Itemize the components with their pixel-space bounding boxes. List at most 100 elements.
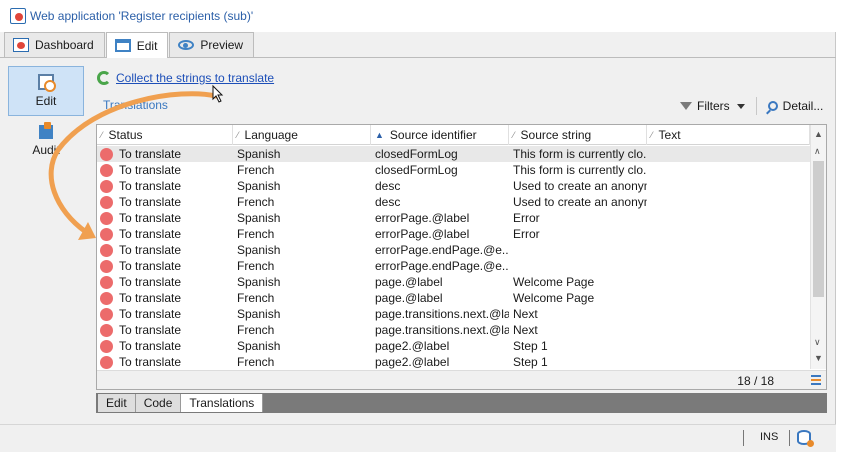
status-dot-icon [100, 307, 113, 321]
status-dot-icon [100, 259, 113, 273]
status-cell: To translate [97, 290, 233, 306]
list-config-icon[interactable] [811, 375, 821, 385]
status-cell: To translate [97, 194, 233, 210]
status-text: To translate [119, 339, 182, 353]
toolbar-divider [755, 97, 757, 115]
translations-section-label: Translations [103, 98, 168, 112]
detail-button[interactable]: Detail... [764, 95, 828, 117]
scroll-bottom-icon[interactable]: ▼ [814, 353, 823, 363]
table-row[interactable]: To translate Spanish page2.@label Step 1 [97, 338, 810, 354]
language-cell: French [237, 163, 275, 177]
status-cell: To translate [97, 258, 233, 274]
column-header-source-string[interactable]: ⁄ Source string [509, 125, 647, 145]
column-title: Source string [520, 128, 592, 142]
table-row[interactable]: To translate French page.transitions.next.… [97, 322, 810, 338]
text-cell[interactable] [647, 258, 810, 274]
status-divider [743, 430, 744, 446]
search-icon [767, 101, 778, 111]
text-cell[interactable] [647, 178, 810, 194]
status-text: To translate [119, 179, 182, 193]
column-header-language[interactable]: ⁄ Language [233, 125, 371, 145]
detail-label: Detail... [782, 99, 824, 113]
source-identifier-cell: errorPage.endPage.@e... [375, 259, 509, 273]
filters-button[interactable]: Filters [676, 95, 749, 117]
text-cell[interactable] [647, 242, 810, 258]
tab-label: Code [143, 396, 173, 410]
source-string-cell: This form is currently clo... [513, 147, 647, 161]
bottom-tabs: Edit Code Translations [96, 393, 827, 413]
table-row[interactable]: To translate Spanish page.@label Welcome Pa… [97, 274, 810, 290]
text-cell[interactable] [647, 146, 810, 162]
edit-icon [114, 39, 131, 52]
table-row[interactable]: To translate French page.@label Welcome Pag… [97, 290, 810, 306]
language-cell: French [237, 259, 275, 273]
text-cell[interactable] [647, 226, 810, 242]
tab-dashboard[interactable]: Dashboard [4, 32, 105, 57]
table-row[interactable]: To translate French closedFormLog This form… [97, 162, 810, 178]
window-title: Web application 'Register recipients (su… [30, 9, 254, 23]
right-margin [836, 0, 859, 473]
source-string-cell: Next [513, 307, 538, 321]
source-identifier-cell: page.transitions.next.@la... [375, 307, 509, 321]
collect-strings-link[interactable]: Collect the strings to translate [116, 71, 274, 85]
tab-label: Preview [200, 38, 244, 52]
table-row[interactable]: To translate French errorPage.endPage.@e..… [97, 258, 810, 274]
title-bar: Web application 'Register recipients (su… [0, 0, 836, 32]
tab-preview[interactable]: Preview [169, 32, 255, 57]
text-cell[interactable] [647, 290, 810, 306]
sort-handle-icon: ⁄ [101, 130, 103, 140]
sort-handle-icon: ⁄ [651, 130, 653, 140]
tab-bottom-translations[interactable]: Translations [181, 394, 264, 412]
grid-footer: 18 / 18 [97, 370, 826, 389]
record-count: 18 / 18 [737, 374, 774, 388]
table-row[interactable]: To translate Spanish errorPage.@label Error [97, 210, 810, 226]
status-dot-icon [100, 339, 113, 353]
status-cell: To translate [97, 274, 233, 290]
text-cell[interactable] [647, 354, 810, 370]
bottom-margin [0, 452, 859, 473]
column-header-text[interactable]: ⁄ Text [647, 125, 810, 145]
database-icon[interactable] [797, 430, 814, 447]
source-string-cell: Next [513, 323, 538, 337]
text-cell[interactable] [647, 322, 810, 338]
scrollbar-thumb[interactable] [813, 161, 824, 297]
tab-bottom-code[interactable]: Code [135, 394, 182, 412]
vertical-scrollbar[interactable]: ▲ ∧ ∨ ▼ [810, 125, 826, 369]
status-text: To translate [119, 163, 182, 177]
table-row[interactable]: To translate Spanish errorPage.endPage.@e.… [97, 242, 810, 258]
table-row[interactable]: To translate Spanish desc Used to create an… [97, 178, 810, 194]
insert-mode-indicator: INS [760, 431, 779, 443]
collect-strings-action[interactable]: Collect the strings to translate [97, 71, 274, 85]
table-row[interactable]: To translate Spanish closedFormLog This for… [97, 146, 810, 162]
text-cell[interactable] [647, 274, 810, 290]
status-dot-icon [100, 275, 113, 289]
table-row[interactable]: To translate French page2.@label Step 1 [97, 354, 810, 370]
text-cell[interactable] [647, 194, 810, 210]
scroll-top-icon[interactable]: ▲ [814, 129, 823, 139]
grid-header: ⁄ Status ⁄ Language ▲ Source identifier … [97, 125, 810, 145]
table-row[interactable]: To translate French errorPage.@label Error [97, 226, 810, 242]
sidebar-item-edit[interactable]: Edit [8, 66, 84, 116]
source-identifier-cell: errorPage.@label [375, 227, 470, 241]
text-cell[interactable] [647, 306, 810, 322]
status-text: To translate [119, 227, 182, 241]
text-cell[interactable] [647, 162, 810, 178]
scroll-down-icon[interactable]: ∨ [814, 337, 821, 348]
text-cell[interactable] [647, 210, 810, 226]
column-header-status[interactable]: ⁄ Status [97, 125, 233, 145]
status-dot-icon [100, 323, 113, 337]
text-cell[interactable] [647, 338, 810, 354]
filters-label: Filters [697, 99, 730, 113]
column-header-source-identifier[interactable]: ▲ Source identifier [371, 125, 509, 145]
tab-bottom-edit[interactable]: Edit [98, 394, 136, 412]
source-identifier-cell: page.@label [375, 291, 443, 305]
scroll-up-icon[interactable]: ∧ [814, 146, 821, 157]
tab-edit[interactable]: Edit [105, 32, 169, 58]
table-row[interactable]: To translate French desc Used to create an … [97, 194, 810, 210]
language-cell: Spanish [237, 179, 281, 193]
source-identifier-cell: page.transitions.next.@la... [375, 323, 509, 337]
status-dot-icon [100, 243, 113, 257]
sidebar-item-audit[interactable]: Audit [8, 116, 84, 166]
table-row[interactable]: To translate Spanish page.transitions.next… [97, 306, 810, 322]
source-string-cell: Used to create an anonym [513, 179, 647, 193]
